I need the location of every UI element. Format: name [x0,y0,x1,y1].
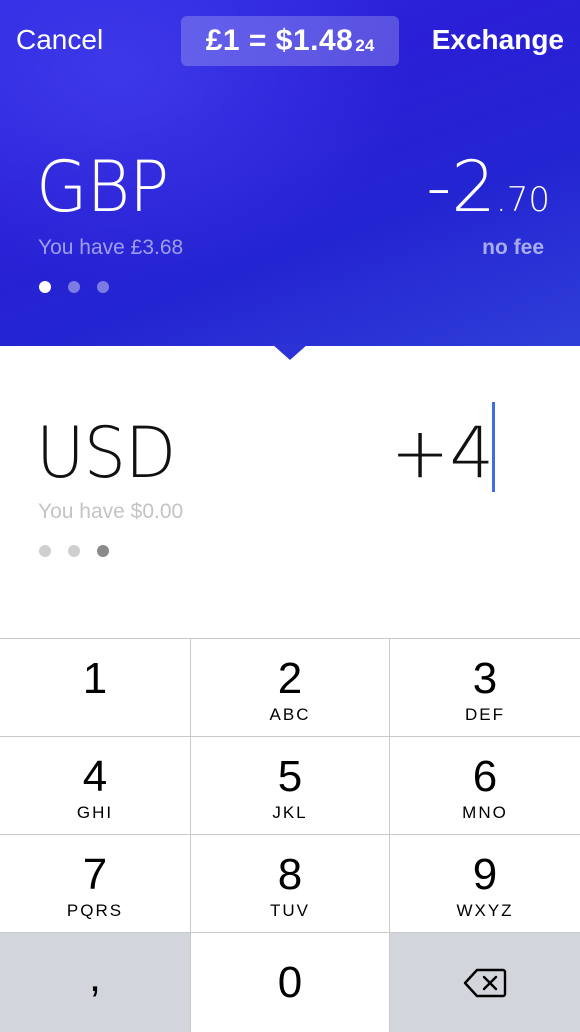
source-currency-code[interactable]: GBP [36,146,169,228]
key-digit: 6 [472,752,498,801]
key-digit: 2 [277,654,303,703]
key-4[interactable]: 4 GHI [0,736,190,834]
key-digit: 3 [472,654,498,703]
key-3[interactable]: 3 DEF [390,638,580,736]
page-dot[interactable] [97,545,109,557]
target-page-indicator [39,545,109,557]
key-9[interactable]: 9 WXYZ [390,834,580,932]
key-letters: DEF [465,705,505,724]
backspace-key[interactable] [390,932,580,1032]
page-dot[interactable] [97,281,109,293]
target-balance: You have $0.00 [38,500,184,523]
cancel-button[interactable]: Cancel [16,24,103,56]
source-amount-decimal: .70 [495,180,550,220]
key-digit: 8 [277,850,303,899]
page-dot[interactable] [39,545,51,557]
numeric-keypad: 1 2 ABC 3 DEF 4 GHI 5 JKL 6 MNO 7 PQRS 8… [0,638,580,1032]
key-digit: 4 [82,752,108,801]
key-0[interactable]: 0 [190,932,390,1032]
backspace-icon [463,968,507,997]
text-cursor [492,402,495,492]
key-2[interactable]: 2 ABC [190,638,390,736]
exchange-rate-main: £1 = $1.48 [205,24,354,57]
source-balance: You have £3.68 [38,236,184,259]
page-dot[interactable] [68,281,80,293]
key-digit: 0 [277,957,303,1007]
key-letters: GHI [76,803,114,822]
key-letters: ABC [269,705,311,724]
panel-pointer-arrow [272,344,308,360]
key-comma[interactable]: , [0,932,190,1032]
source-amount-integer: -2 [426,146,496,228]
source-currency-panel: Cancel £1 = $1.48 24 Exchange GBP You ha… [0,0,580,346]
key-5[interactable]: 5 JKL [190,736,390,834]
key-digit: , [88,952,102,1001]
source-page-indicator [39,281,109,293]
key-letters: JKL [272,803,308,822]
key-letters: WXYZ [456,901,514,920]
key-digit: 5 [277,752,303,801]
fee-label: no fee [482,236,544,259]
key-digit: 1 [82,654,108,703]
exchange-rate-precision: 24 [355,36,375,55]
exchange-button[interactable]: Exchange [432,24,564,56]
target-currency-code[interactable]: USD [36,412,176,494]
exchange-rate-pill[interactable]: £1 = $1.48 24 [181,16,399,66]
key-6[interactable]: 6 MNO [390,736,580,834]
key-8[interactable]: 8 TUV [190,834,390,932]
key-7[interactable]: 7 PQRS [0,834,190,932]
target-amount-input[interactable]: +4 [391,412,494,494]
key-digit: 7 [82,850,108,899]
key-digit: 9 [472,850,498,899]
key-letters: MNO [462,803,508,822]
key-letters: PQRS [66,901,124,920]
source-amount[interactable]: -2.70 [426,146,550,228]
page-dot[interactable] [68,545,80,557]
page-dot[interactable] [39,281,51,293]
key-1[interactable]: 1 [0,638,190,736]
key-letters: TUV [270,901,310,920]
